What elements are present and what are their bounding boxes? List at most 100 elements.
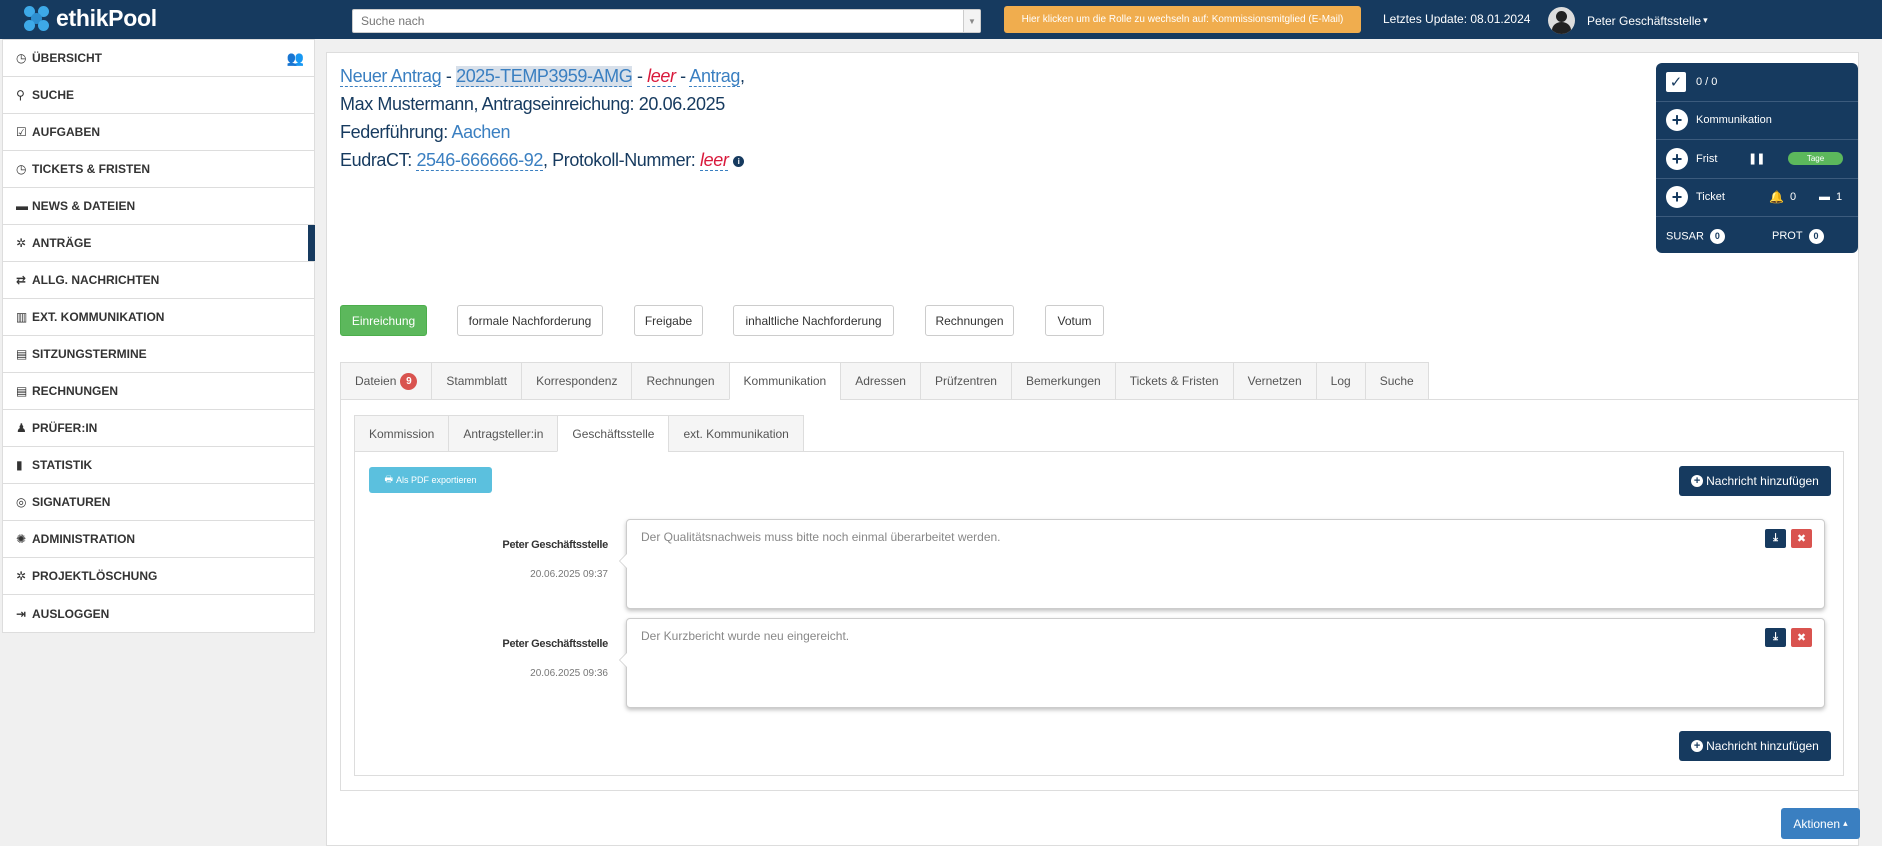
plus-icon: +	[1666, 147, 1688, 170]
pause-icon[interactable]: ❚❚	[1748, 152, 1765, 165]
building-icon: ▥	[16, 310, 28, 324]
aktionen-button[interactable]: Aktionen ▴	[1781, 808, 1860, 839]
separator: -	[675, 66, 690, 86]
sidebar-item-signaturen[interactable]: ◎ SIGNATUREN	[3, 484, 314, 521]
tab-bemerkungen[interactable]: Bemerkungen	[1010, 362, 1115, 400]
subtab-ext-kommunikation[interactable]: ext. Kommunikation	[668, 415, 804, 452]
ticket-label: Ticket	[1696, 191, 1725, 204]
switch-role-button[interactable]: Hier klicken um die Rolle zu wechseln au…	[1004, 6, 1361, 33]
sidebar-item-antraege[interactable]: ✲ ANTRÄGE	[3, 225, 315, 262]
frist-label: Frist	[1696, 152, 1718, 165]
prot-group[interactable]: PROT 0	[1772, 228, 1824, 244]
message-box: Der Kurzbericht wurde neu eingereicht. ⤓…	[619, 618, 1825, 708]
sidebar-item-projektloeschung[interactable]: ✲ PROJEKTLÖSCHUNG	[3, 558, 314, 595]
neuer-antrag-link[interactable]: Neuer Antrag	[340, 66, 442, 87]
subtab-kommission[interactable]: Kommission	[354, 415, 449, 452]
user-menu[interactable]: Peter Geschäftsstelle ▾	[1548, 7, 1708, 34]
comment-icon: ▬	[16, 199, 28, 213]
download-icon[interactable]: ⤓	[1765, 529, 1786, 548]
tab-pruefzentren[interactable]: Prüfzentren	[919, 362, 1011, 400]
tab-korrespondenz[interactable]: Korrespondenz	[521, 362, 632, 400]
tab-dateien[interactable]: Dateien 9	[340, 362, 432, 400]
tab-suche[interactable]: Suche	[1364, 362, 1429, 400]
download-icon[interactable]: ⤓	[1765, 628, 1786, 647]
tab-kommunikation[interactable]: Kommunikation	[728, 362, 841, 400]
widget-row-frist[interactable]: + Frist ❚❚ Tage	[1656, 140, 1858, 179]
sidebar-item-administration[interactable]: ✺ ADMINISTRATION	[3, 521, 314, 558]
bell-group[interactable]: 🔔 0	[1769, 190, 1796, 204]
delete-icon[interactable]: ✖	[1791, 628, 1812, 647]
message-text: Der Kurzbericht wurde neu eingereicht.	[641, 629, 850, 643]
rechnungen-button[interactable]: Rechnungen	[925, 305, 1014, 336]
votum-button[interactable]: Votum	[1045, 305, 1104, 336]
sidebar-item-sitzungstermine[interactable]: ▤ SITZUNGSTERMINE	[3, 336, 314, 373]
check-icon: ✓	[1666, 71, 1686, 92]
federfuehrung-value[interactable]: Aachen	[451, 122, 510, 142]
message-author-block: Peter Geschäftsstelle 20.06.2025 09:37	[502, 539, 608, 580]
plus-icon: +	[1666, 186, 1688, 209]
sidebar-item-label: SUCHE	[32, 88, 75, 102]
susar-group[interactable]: SUSAR 0	[1666, 228, 1725, 244]
search-dropdown-caret-icon[interactable]: ▼	[963, 10, 980, 32]
subtab-geschaeftsstelle[interactable]: Geschäftsstelle	[557, 415, 669, 452]
sidebar-item-label: STATISTIK	[32, 458, 93, 472]
sidebar-item-aufgaben[interactable]: ☑ AUFGABEN	[3, 114, 314, 151]
tab-adressen[interactable]: Adressen	[840, 362, 920, 400]
formale-nachforderung-button[interactable]: formale Nachforderung	[457, 305, 603, 336]
protokoll-value[interactable]: leer	[700, 150, 729, 171]
eudract-label: EudraCT:	[340, 150, 417, 170]
antrag-type-link[interactable]: Antrag	[689, 66, 740, 87]
tab-vernetzen[interactable]: Vernetzen	[1232, 362, 1316, 400]
sidebar-item-label: NEWS & DATEIEN	[32, 199, 136, 213]
widget-row-kommunikation[interactable]: + Kommunikation	[1656, 102, 1858, 140]
info-icon[interactable]: i	[733, 155, 745, 167]
sidebar-item-rechnungen[interactable]: ▤ RECHNUNGEN	[3, 373, 314, 410]
sidebar-item-label: AUSLOGGEN	[32, 606, 110, 621]
freigabe-button[interactable]: Freigabe	[634, 305, 703, 336]
add-message-label: Nachricht hinzufügen	[1706, 739, 1819, 753]
inhaltliche-nachforderung-button[interactable]: inhaltliche Nachforderung	[733, 305, 894, 336]
ticket-group[interactable]: ▬ 1	[1819, 191, 1842, 203]
add-message-button-top[interactable]: + Nachricht hinzufügen	[1679, 466, 1831, 496]
sidebar-item-tickets-fristen[interactable]: ◷ TICKETS & FRISTEN	[3, 151, 314, 188]
stats-icon: ▮	[16, 458, 23, 472]
message-actions: ⤓ ✖	[1765, 529, 1812, 548]
eudract-value[interactable]: 2546-666666-92	[416, 150, 543, 171]
search-box[interactable]: ▼	[352, 9, 981, 33]
subtab-antragsteller[interactable]: Antragsteller:in	[448, 415, 558, 452]
sidebar-item-suche[interactable]: ⚲ SUCHE	[3, 77, 314, 114]
gear-icon: ✲	[16, 569, 27, 583]
tab-rechnungen[interactable]: Rechnungen	[631, 362, 729, 400]
sidebar-item-statistik[interactable]: ▮ STATISTIK	[3, 447, 314, 484]
separator: ,	[740, 66, 745, 86]
sub-tabs: Kommission Antragsteller:in Geschäftsste…	[354, 415, 804, 452]
sidebar-item-ausloggen[interactable]: ⇥ AUSLOGGEN	[3, 595, 314, 632]
add-message-button-bottom[interactable]: + Nachricht hinzufügen	[1679, 731, 1831, 761]
tab-log[interactable]: Log	[1315, 362, 1365, 400]
sidebar-item-allg-nachrichten[interactable]: ⇄ ALLG. NACHRICHTEN	[3, 262, 314, 299]
people-icon[interactable]: 👥	[287, 50, 304, 67]
logo[interactable]: ethikPool	[24, 5, 157, 32]
clock-icon: ◷	[16, 162, 27, 176]
sidebar-item-label: SITZUNGSTERMINE	[32, 347, 147, 361]
delete-icon[interactable]: ✖	[1791, 529, 1812, 548]
tab-stammblatt[interactable]: Stammblatt	[431, 362, 522, 400]
sidebar-item-uebersicht[interactable]: ◷ ÜBERSICHT 👥	[3, 40, 314, 77]
header-line-2: Max Mustermann, Antragseinreichung: 20.0…	[340, 94, 725, 114]
susar-label: SUSAR	[1666, 230, 1704, 243]
tab-tickets-fristen[interactable]: Tickets & Fristen	[1114, 362, 1233, 400]
sidebar-item-ext-kommunikation[interactable]: ▥ EXT. KOMMUNIKATION	[3, 299, 314, 336]
widget-row-tasks[interactable]: ✓ 0 / 0	[1656, 63, 1858, 102]
sidebar-item-news-dateien[interactable]: ▬ NEWS & DATEIEN	[3, 188, 314, 225]
prot-count: 0	[1808, 228, 1824, 244]
search-input[interactable]	[353, 10, 963, 32]
einreichung-button[interactable]: Einreichung	[340, 305, 427, 336]
leer-value[interactable]: leer	[647, 66, 676, 87]
export-pdf-button[interactable]: 🖶 Als PDF exportieren	[369, 467, 492, 493]
widget-row-ticket[interactable]: + Ticket 🔔 0 ▬ 1	[1656, 179, 1858, 217]
temp-id-link[interactable]: 2025-TEMP3959-AMG	[456, 66, 633, 87]
kommunikation-label: Kommunikation	[1696, 114, 1772, 127]
sidebar-item-label: EXT. KOMMUNIKATION	[32, 310, 165, 324]
sidebar-item-label: ADMINISTRATION	[32, 532, 136, 546]
sidebar-item-pruefer[interactable]: ♟ PRÜFER:IN	[3, 410, 314, 447]
